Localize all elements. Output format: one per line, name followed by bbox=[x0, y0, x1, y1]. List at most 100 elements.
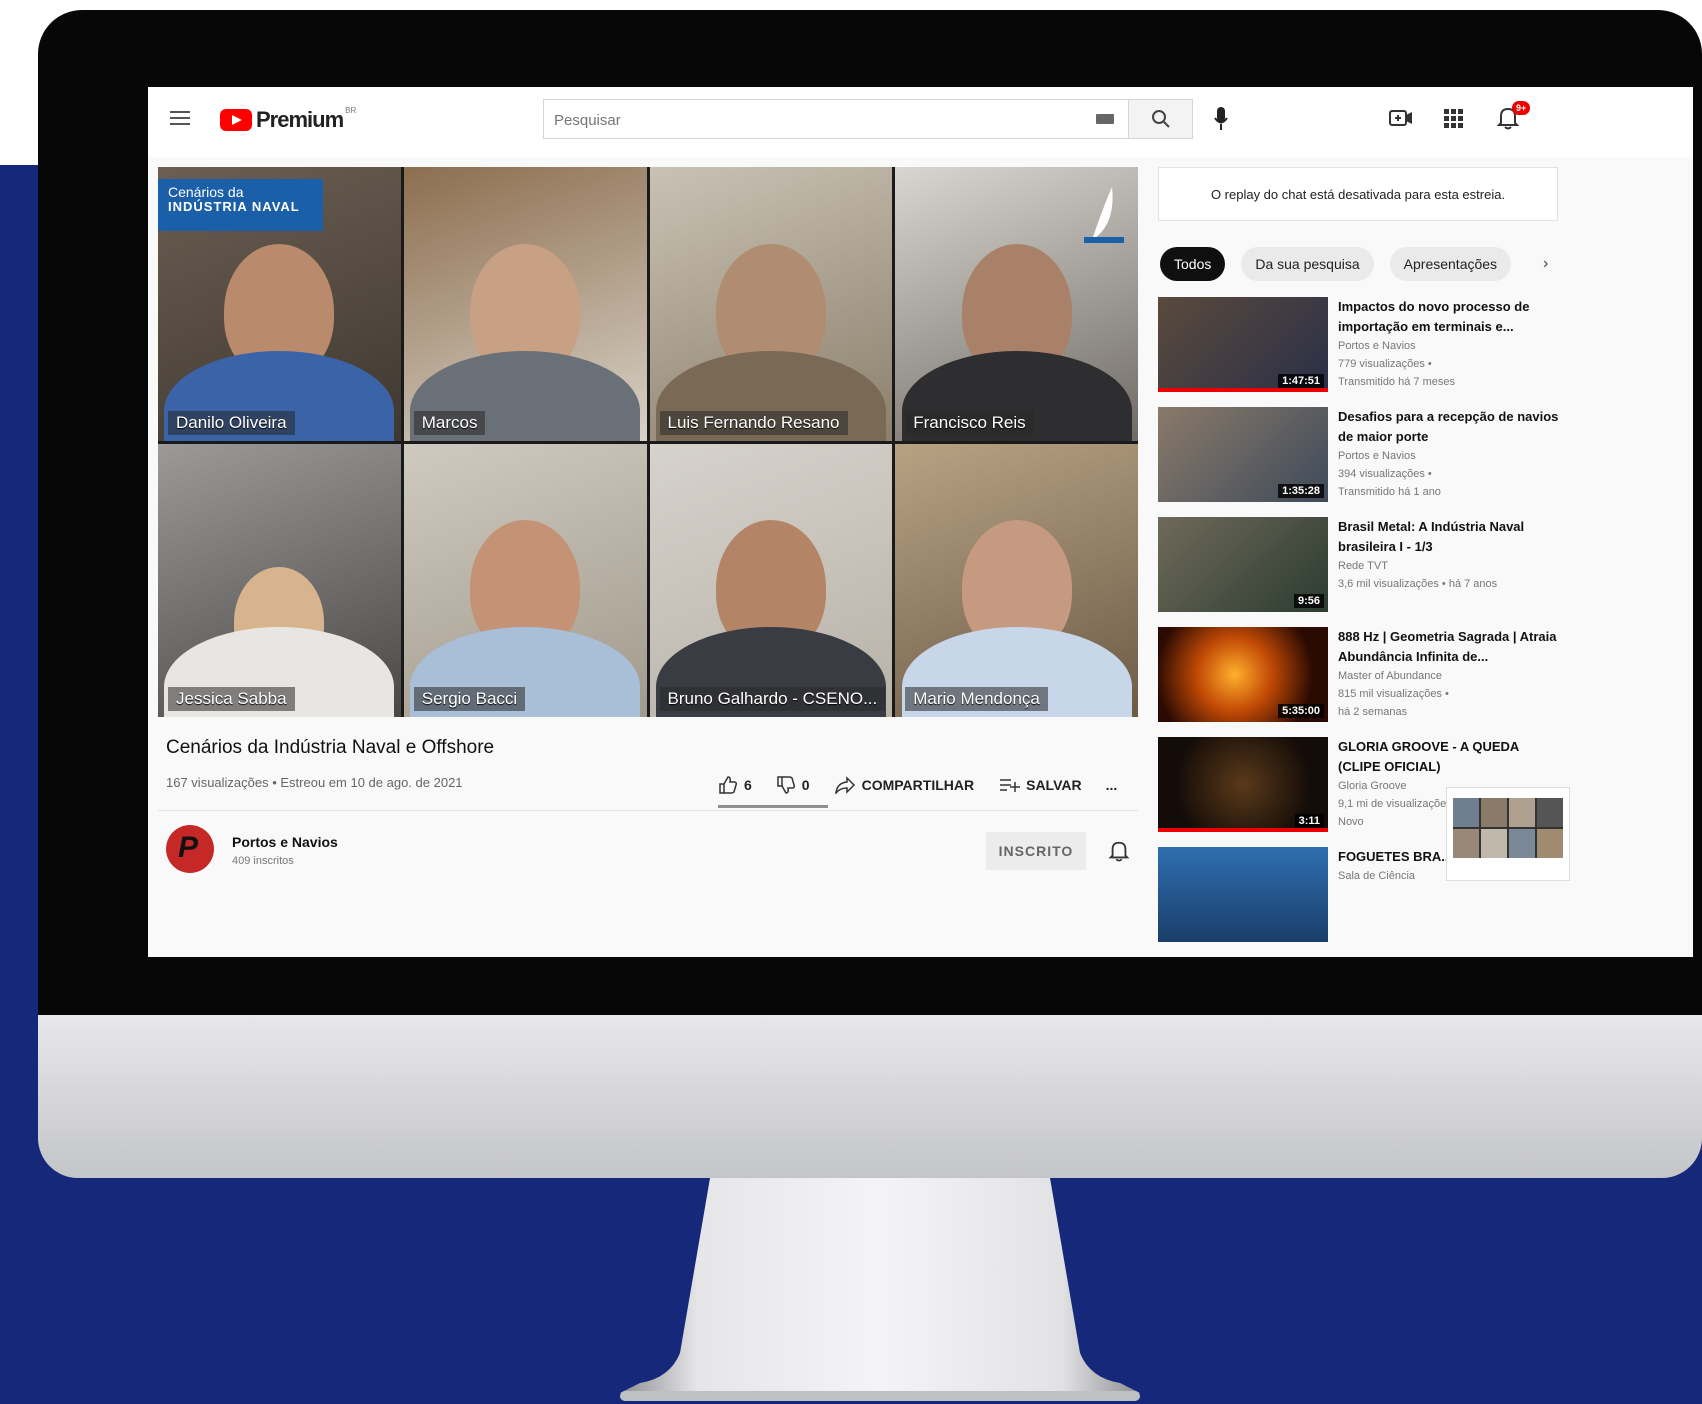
mini-player-video bbox=[1453, 798, 1563, 858]
video-actions: 6 0 COMPARTILHAR SALVAR ... bbox=[718, 770, 1117, 800]
participant-tile: Luis Fernando Resano bbox=[649, 167, 893, 441]
recommended-video[interactable]: 1:35:28 Desafios para a recepção de navi… bbox=[1158, 403, 1568, 511]
chip-from-search[interactable]: Da sua pesquisa bbox=[1241, 247, 1374, 281]
share-label: COMPARTILHAR bbox=[861, 777, 975, 793]
video-duration: 1:35:28 bbox=[1278, 484, 1324, 498]
video-title: Cenários da Indústria Naval e Offshore bbox=[166, 737, 495, 758]
participant-tile: Sergio Bacci bbox=[403, 443, 647, 717]
channel-bell-icon[interactable] bbox=[1108, 839, 1130, 863]
view-count: 3,6 mil visualizações • há 7 anos bbox=[1338, 578, 1498, 590]
search-input[interactable] bbox=[544, 100, 1056, 140]
participant-name: Luis Fernando Resano bbox=[659, 410, 848, 435]
channel-name: Master of Abundance bbox=[1338, 670, 1442, 682]
monitor-chin bbox=[38, 1015, 1702, 1178]
participant-tile: Cenários da INDÚSTRIA NAVAL Danilo Olive… bbox=[158, 167, 401, 441]
chips-next-chevron-icon[interactable]: › bbox=[1543, 255, 1548, 273]
thumbs-up-icon bbox=[719, 776, 738, 794]
video-thumbnail[interactable]: 3:11 bbox=[1158, 737, 1328, 832]
video-info: Impactos do novo processo de importação … bbox=[1338, 297, 1563, 391]
imac-monitor: Premium BR Pesquisar 9+ Cenários da INDÚ… bbox=[38, 10, 1702, 1178]
video-info: Desafios para a recepção de navios de ma… bbox=[1338, 407, 1563, 501]
dislike-button[interactable]: 0 bbox=[776, 775, 810, 795]
divider bbox=[158, 810, 1138, 811]
branding-line-2: INDÚSTRIA NAVAL bbox=[168, 199, 300, 214]
search-icon bbox=[1152, 110, 1170, 128]
video-duration: 3:11 bbox=[1294, 814, 1324, 828]
save-button[interactable]: SALVAR bbox=[998, 776, 1082, 794]
chip-all[interactable]: Todos bbox=[1160, 247, 1226, 281]
create-video-icon[interactable] bbox=[1388, 107, 1414, 129]
thumbs-down-icon bbox=[777, 776, 795, 794]
microphone-icon[interactable] bbox=[1213, 105, 1229, 133]
video-duration: 9:56 bbox=[1293, 594, 1324, 608]
youtube-premium-logo[interactable]: Premium BR bbox=[220, 105, 357, 133]
search-button[interactable] bbox=[1129, 99, 1193, 139]
channel-name: Portos e Navios bbox=[1338, 450, 1416, 462]
share-button[interactable]: COMPARTILHAR bbox=[834, 776, 975, 794]
upload-age: há 2 semanas bbox=[1338, 706, 1408, 718]
like-count: 6 bbox=[744, 777, 752, 793]
video-title[interactable]: Brasil Metal: A Indústria Naval brasilei… bbox=[1338, 517, 1563, 557]
video-player[interactable]: Cenários da INDÚSTRIA NAVAL Danilo Olive… bbox=[158, 167, 1138, 717]
keyboard-icon[interactable] bbox=[1096, 114, 1114, 124]
more-icon: ... bbox=[1105, 777, 1118, 793]
search-box bbox=[543, 99, 1129, 140]
channel-name: Portos e Navios bbox=[1338, 340, 1416, 352]
logo-label: Premium bbox=[256, 107, 344, 132]
youtube-play-icon bbox=[220, 109, 252, 131]
channel-name[interactable]: Portos e Navios bbox=[232, 834, 338, 850]
video-title[interactable]: 888 Hz | Geometria Sagrada | Atraia Abun… bbox=[1338, 627, 1563, 667]
video-title[interactable]: Impactos do novo processo de importação … bbox=[1338, 297, 1563, 337]
view-count: 394 visualizações • bbox=[1338, 468, 1432, 480]
view-count: 815 mil visualizações • bbox=[1338, 688, 1449, 700]
event-branding-logo: Cenários da INDÚSTRIA NAVAL bbox=[158, 179, 323, 231]
notification-badge: 9+ bbox=[1512, 101, 1531, 115]
subscribed-button[interactable]: INSCRITO bbox=[986, 832, 1086, 870]
view-count: 779 visualizações • bbox=[1338, 358, 1432, 370]
video-title[interactable]: GLORIA GROOVE - A QUEDA (CLIPE OFICIAL) bbox=[1338, 737, 1563, 777]
upload-age: Transmitido há 7 meses bbox=[1338, 376, 1455, 388]
video-info: Brasil Metal: A Indústria Naval brasilei… bbox=[1338, 517, 1563, 593]
video-thumbnail[interactable]: 1:35:28 bbox=[1158, 407, 1328, 502]
upload-age: Transmitido há 1 ano bbox=[1338, 486, 1441, 498]
watch-progress-bar bbox=[1158, 828, 1328, 832]
video-thumbnail[interactable] bbox=[1158, 847, 1328, 942]
filter-chips: Todos Da sua pesquisa Apresentações bbox=[1160, 247, 1512, 281]
channel-avatar[interactable]: P bbox=[166, 825, 214, 873]
recommended-video[interactable]: 1:47:51 Impactos do novo processo de imp… bbox=[1158, 293, 1568, 401]
participant-name: Jessica Sabba bbox=[168, 687, 295, 711]
participant-tile: Jessica Sabba bbox=[158, 443, 401, 717]
header-actions: 9+ bbox=[1388, 101, 1568, 135]
channel-logo-icon: P bbox=[178, 831, 199, 864]
apps-grid-icon[interactable] bbox=[1442, 107, 1464, 129]
thumbnail-image bbox=[1158, 847, 1328, 942]
video-duration: 1:47:51 bbox=[1278, 374, 1324, 388]
participant-name: Mario Mendonça bbox=[905, 687, 1048, 711]
more-actions-button[interactable]: ... bbox=[1106, 777, 1118, 793]
chip-presentations[interactable]: Apresentações bbox=[1389, 247, 1512, 281]
recommended-video[interactable]: 9:56 Brasil Metal: A Indústria Naval bra… bbox=[1158, 513, 1568, 621]
logo-country: BR bbox=[345, 105, 357, 115]
playlist-add-icon bbox=[1000, 779, 1021, 792]
save-label: SALVAR bbox=[1026, 777, 1082, 793]
participant-name: Francisco Reis bbox=[905, 410, 1034, 435]
video-thumbnail[interactable]: 9:56 bbox=[1158, 517, 1328, 612]
like-ratio-bar bbox=[718, 805, 828, 808]
video-thumbnail[interactable]: 1:47:51 bbox=[1158, 297, 1328, 392]
watch-progress-bar bbox=[1158, 388, 1328, 392]
video-duration: 5:35:00 bbox=[1278, 704, 1324, 718]
participant-name: Danilo Oliveira bbox=[168, 410, 295, 435]
hamburger-menu-icon[interactable] bbox=[170, 111, 190, 125]
video-title[interactable]: Desafios para a recepção de navios de ma… bbox=[1338, 407, 1563, 447]
like-button[interactable]: 6 bbox=[718, 775, 752, 795]
participant-tile: Mario Mendonça bbox=[895, 443, 1138, 717]
branding-line-1: Cenários da bbox=[168, 184, 244, 200]
chat-replay-notice: O replay do chat está desativada para es… bbox=[1158, 167, 1558, 221]
company-sail-logo-icon bbox=[1084, 187, 1124, 243]
participant-tile: Francisco Reis bbox=[895, 167, 1138, 441]
video-thumbnail[interactable]: 5:35:00 bbox=[1158, 627, 1328, 722]
monitor-stand bbox=[620, 1178, 1140, 1401]
recommended-video[interactable]: 5:35:00 888 Hz | Geometria Sagrada | Atr… bbox=[1158, 623, 1568, 731]
video-meta: 167 visualizações • Estreou em 10 de ago… bbox=[166, 775, 463, 790]
mini-player[interactable] bbox=[1446, 787, 1570, 881]
